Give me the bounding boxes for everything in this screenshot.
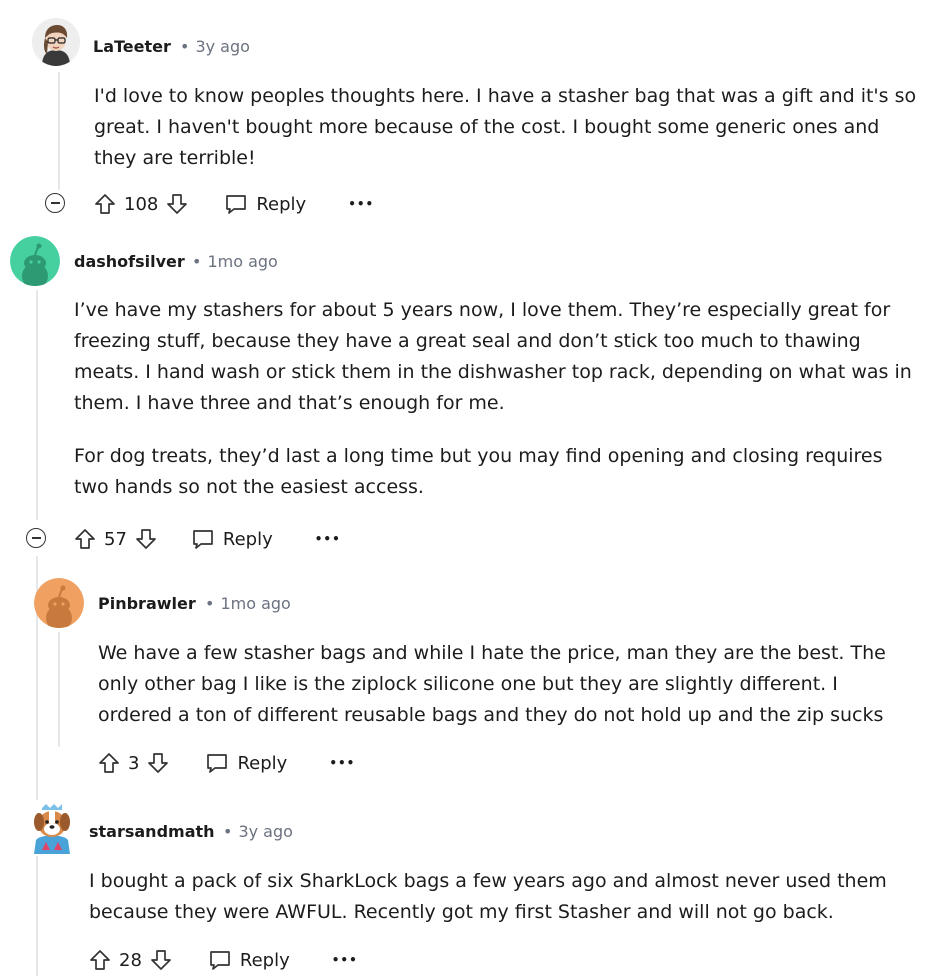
comment-actions: 108 Reply ••• [94, 189, 374, 219]
vote-count: 28 [119, 949, 142, 971]
downvote-icon[interactable] [147, 752, 169, 774]
comment-actions: 28 Reply ••• [89, 945, 358, 975]
avatar[interactable] [32, 18, 80, 66]
comment-bubble-icon [226, 195, 247, 214]
comment-meta: • 1mo ago [192, 252, 278, 271]
thread-line[interactable] [36, 290, 38, 520]
comment-paragraph: I bought a pack of six SharkLock bags a … [89, 870, 887, 923]
upvote-icon[interactable] [89, 949, 111, 971]
downvote-icon[interactable] [150, 949, 172, 971]
reply-button[interactable]: Reply [191, 528, 273, 550]
collapse-button[interactable] [45, 193, 65, 213]
comment-paragraph: For dog treats, they’d last a long time … [74, 445, 883, 498]
reply-label: Reply [239, 949, 290, 971]
vote-count: 57 [104, 528, 127, 550]
separator-dot: • [223, 822, 233, 841]
reply-button[interactable]: Reply [224, 193, 306, 215]
comment-meta: • 3y ago [180, 37, 250, 56]
comment-time: 1mo ago [220, 594, 291, 613]
comment-body: I'd love to know peoples thoughts here. … [94, 81, 924, 174]
reply-label: Reply [256, 193, 307, 215]
reply-label: Reply [237, 752, 288, 774]
avatar[interactable] [34, 578, 84, 628]
separator-dot: • [192, 252, 202, 271]
comment-body: I bought a pack of six SharkLock bags a … [89, 866, 909, 928]
more-options-icon[interactable]: ••• [329, 756, 355, 770]
collapse-button[interactable] [26, 528, 46, 548]
comment-time: 1mo ago [207, 252, 278, 271]
avatar[interactable] [28, 800, 76, 856]
more-options-icon[interactable]: ••• [315, 532, 341, 546]
vote-count: 108 [124, 193, 159, 215]
thread-line[interactable] [58, 632, 60, 747]
reply-button[interactable]: Reply [208, 949, 290, 971]
upvote-icon[interactable] [98, 752, 120, 774]
comment-actions: 3 Reply ••• [98, 748, 355, 778]
snoo-avatar-icon [34, 578, 84, 628]
downvote-icon[interactable] [166, 193, 188, 215]
comment-author[interactable]: Pinbrawler [98, 594, 196, 613]
comment-time: 3y ago [195, 37, 250, 56]
comment-author[interactable]: dashofsilver [74, 252, 185, 271]
comment-author[interactable]: starsandmath [89, 822, 215, 841]
reply-label: Reply [222, 528, 273, 550]
separator-dot: • [205, 594, 215, 613]
comment-time: 3y ago [238, 822, 293, 841]
comment-paragraph: We have a few stasher bags and while I h… [98, 642, 886, 726]
comment-meta: • 1mo ago [205, 594, 291, 613]
comment-paragraph: I'd love to know peoples thoughts here. … [94, 85, 917, 169]
more-options-icon[interactable]: ••• [332, 953, 358, 967]
snoo-avatar-icon [10, 236, 60, 286]
comment-meta: • 3y ago [223, 822, 293, 841]
comment-body: I’ve have my stashers for about 5 years … [74, 295, 914, 503]
comment-bubble-icon [210, 951, 230, 970]
avatar[interactable] [10, 236, 60, 286]
vote-count: 3 [128, 752, 140, 774]
user-avatar-icon [32, 18, 80, 66]
downvote-icon[interactable] [135, 528, 157, 550]
comment-actions: 57 Reply ••• [74, 524, 341, 554]
separator-dot: • [180, 37, 190, 56]
comment-bubble-icon [207, 754, 228, 773]
more-options-icon[interactable]: ••• [348, 197, 374, 211]
upvote-icon[interactable] [74, 528, 96, 550]
thread-line[interactable] [36, 556, 38, 976]
dog-avatar-icon [28, 800, 76, 856]
upvote-icon[interactable] [94, 193, 116, 215]
comment-author[interactable]: LaTeeter [93, 37, 171, 56]
comment-body: We have a few stasher bags and while I h… [98, 638, 910, 731]
thread-line[interactable] [58, 72, 60, 190]
comment-paragraph: I’ve have my stashers for about 5 years … [74, 299, 912, 414]
comment-bubble-icon [193, 530, 213, 549]
reply-button[interactable]: Reply [205, 752, 287, 774]
